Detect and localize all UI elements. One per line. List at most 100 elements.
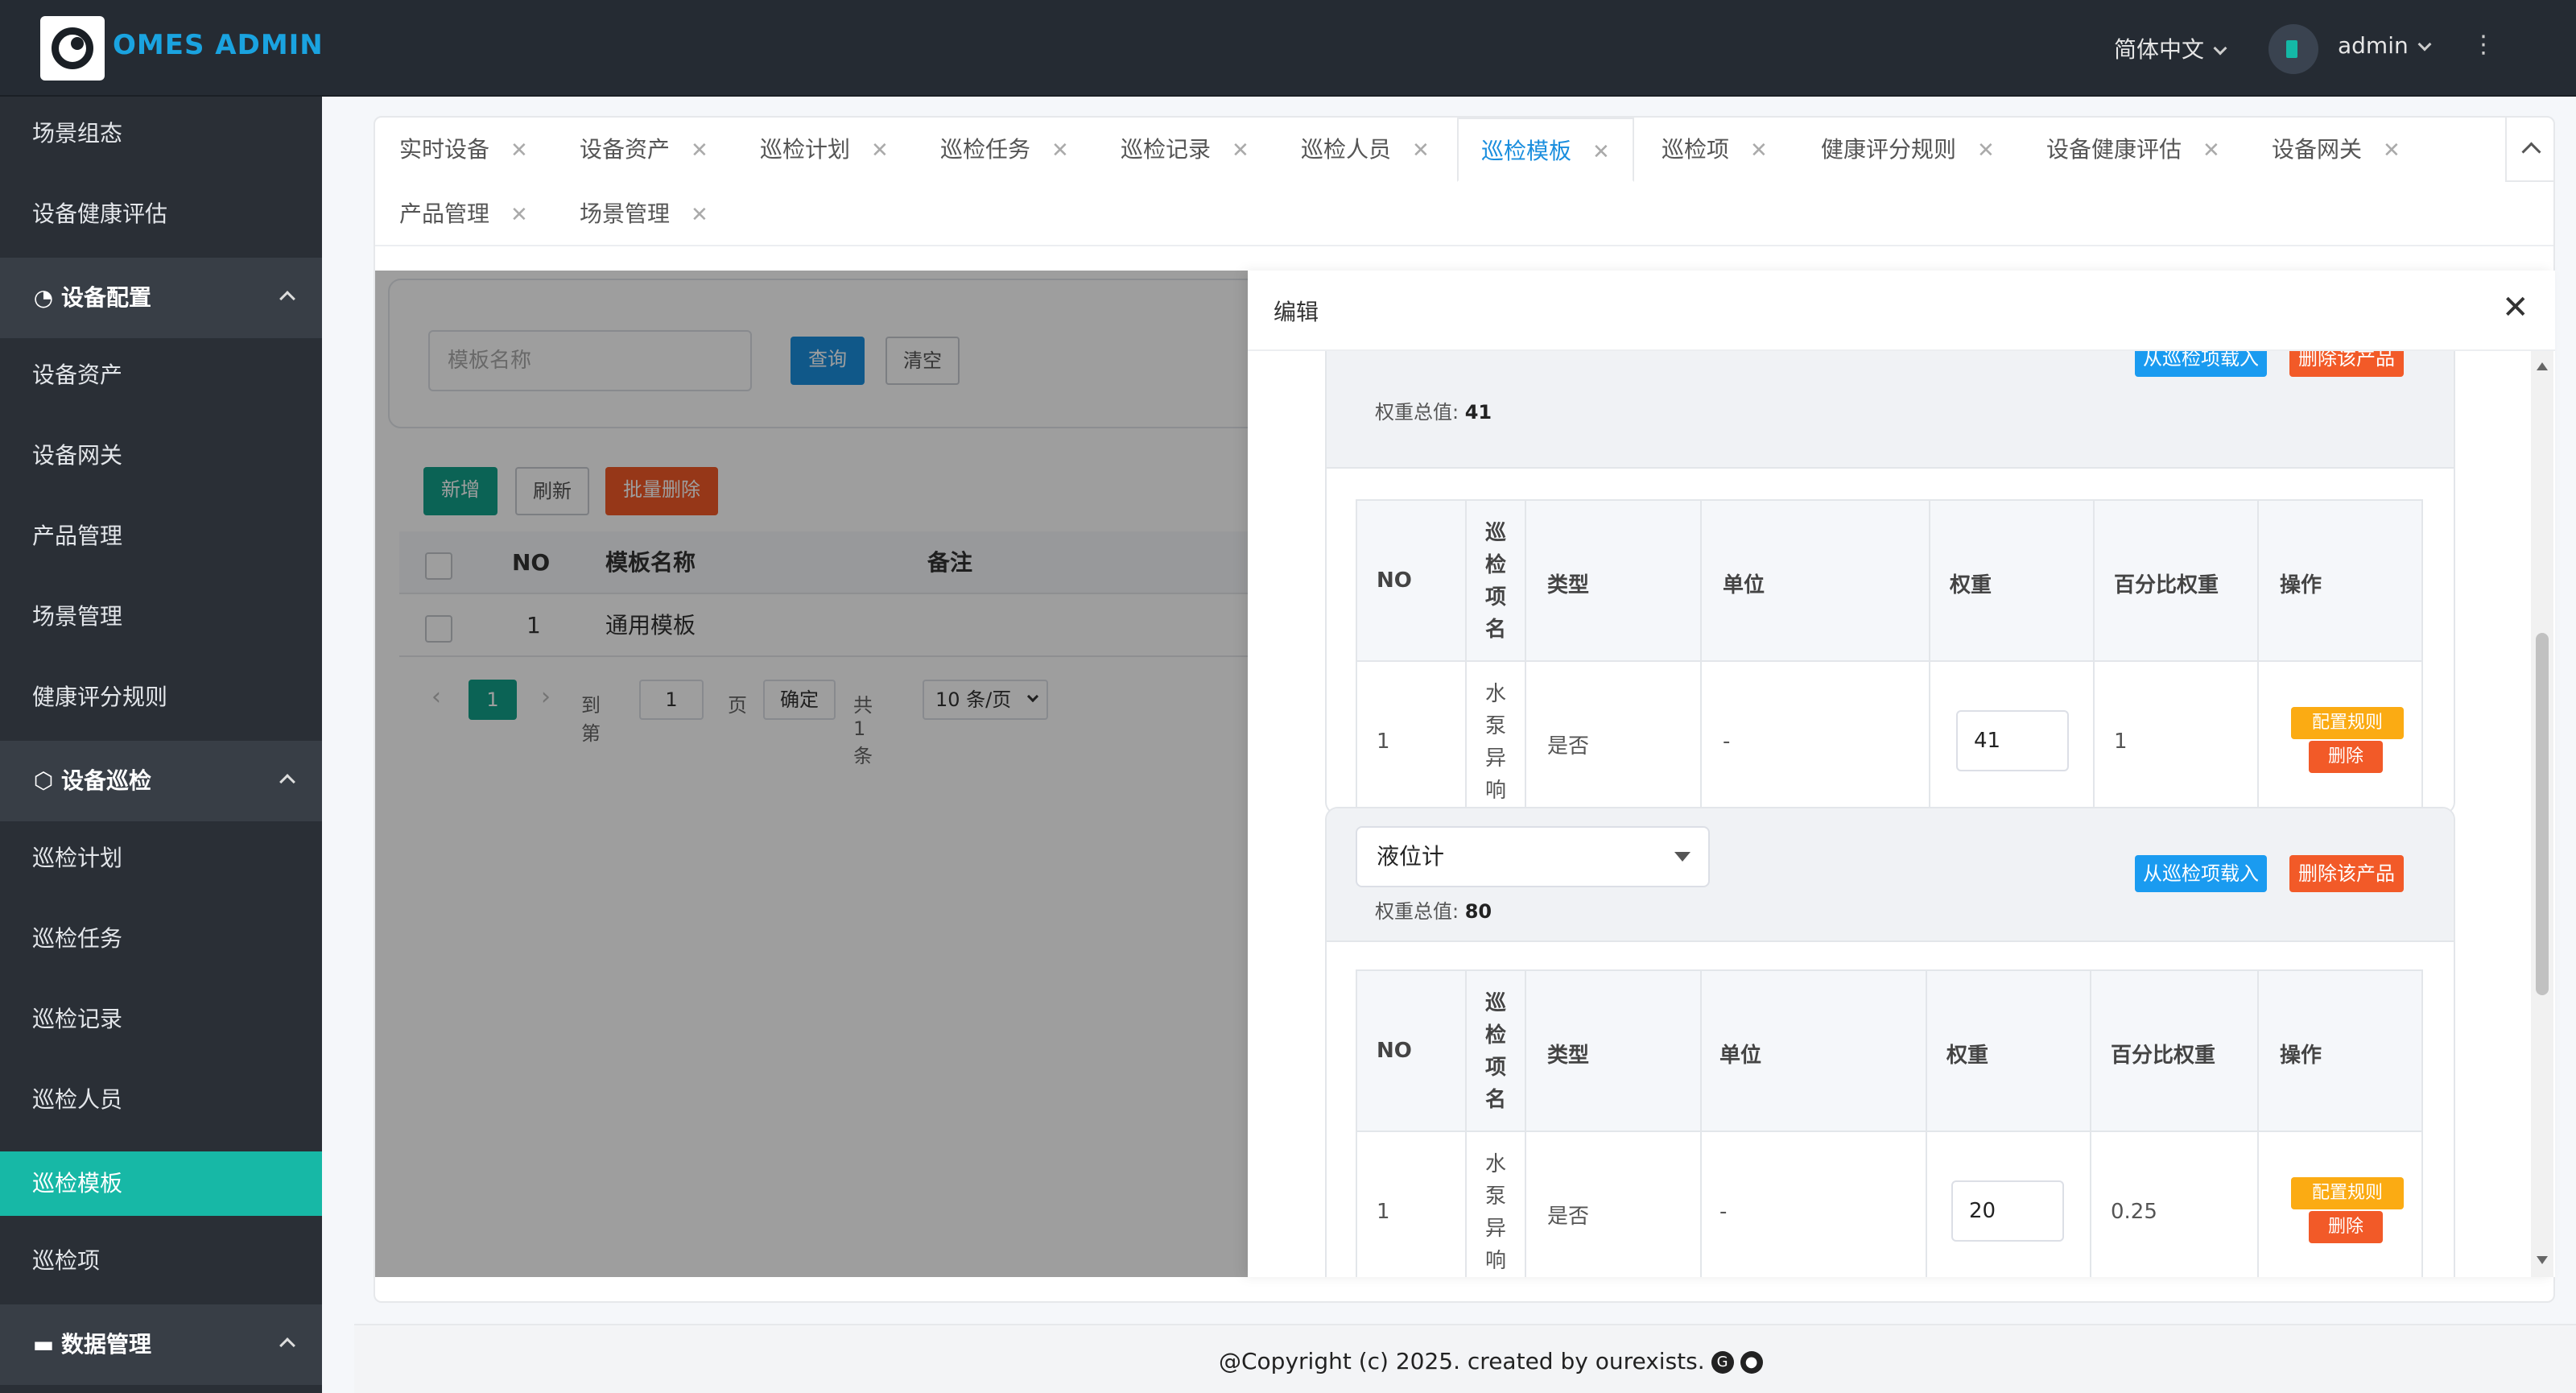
row-percent-weight: 1: [2114, 730, 2128, 754]
config-rule-button[interactable]: 配置规则: [2291, 1177, 2404, 1209]
config-rule-button[interactable]: 配置规则: [2291, 707, 2404, 739]
column-header: 权重: [1950, 573, 1992, 597]
tab-inspection-item[interactable]: 巡检项 ✕: [1662, 118, 1768, 182]
column-header: 百分比权重: [2114, 573, 2219, 597]
footer-copyright: @Copyright (c) 2025. created by ourexist…: [1219, 1348, 1763, 1374]
column-header: 巡检项名: [1484, 991, 1506, 1112]
tab-device-assets[interactable]: 设备资产 ✕: [580, 118, 708, 182]
tab-health-rules[interactable]: 健康评分规则 ✕: [1821, 118, 1995, 182]
close-icon[interactable]: ✕: [510, 203, 528, 227]
delete-row-button[interactable]: 删除: [2309, 741, 2383, 773]
copyright-text: @Copyright (c) 2025. created by ourexist…: [1219, 1348, 1705, 1374]
sidebar-item-inspection-task[interactable]: 巡检任务: [0, 907, 322, 971]
sidebar-item-inspection-template[interactable]: 巡检模板: [0, 1151, 322, 1216]
sidebar-item-health-eval[interactable]: 设备健康评估: [0, 182, 322, 246]
tab-realtime-device[interactable]: 实时设备 ✕: [399, 118, 528, 182]
weight-label: 权重总值:: [1375, 900, 1459, 923]
tab-bar: 实时设备 ✕ 设备资产 ✕ 巡检计划 ✕ 巡检任务 ✕ 巡检记录 ✕ 巡检人员 ✕ 巡检模板…: [375, 118, 2508, 246]
scroll-up-icon[interactable]: [2537, 362, 2548, 370]
sidebar-item-inspectors[interactable]: 巡检人员: [0, 1068, 322, 1132]
sidebar-group-label: 数据管理: [61, 1331, 152, 1358]
sidebar-item-device-assets[interactable]: 设备资产: [0, 343, 322, 407]
sidebar-item-health-rules[interactable]: 健康评分规则: [0, 665, 322, 730]
sidebar-item-inspection-record[interactable]: 巡检记录: [0, 987, 322, 1052]
column: [1357, 501, 1467, 821]
tab-inspection-record[interactable]: 巡检记录 ✕: [1121, 118, 1249, 182]
tab-label: 设备资产: [580, 136, 671, 163]
column-header: 类型: [1547, 1044, 1590, 1068]
weight-input[interactable]: 20: [1951, 1180, 2064, 1242]
gitee-icon[interactable]: G: [1711, 1351, 1734, 1374]
column: [2095, 501, 2259, 821]
weight-total: 权重总值: 41: [1375, 396, 1492, 424]
row-type: 是否: [1547, 734, 1590, 759]
tab-gateway[interactable]: 设备网关 ✕: [2272, 118, 2401, 182]
drawer-scrollbar[interactable]: [2531, 351, 2553, 1277]
drawer-title: 编辑: [1274, 299, 1319, 325]
tab-inspection-task[interactable]: 巡检任务 ✕: [940, 118, 1069, 182]
more-icon[interactable]: ⋮: [2471, 31, 2496, 59]
avatar[interactable]: [2268, 24, 2318, 74]
sidebar: 场景组态 设备健康评估 ◔ 设备配置 设备资产 设备网关 产品管理 场景管理 健康…: [0, 97, 322, 1393]
sidebar-item-gateway[interactable]: 设备网关: [0, 424, 322, 488]
sidebar-item-inspection-item[interactable]: 巡检项: [0, 1229, 322, 1293]
modal-overlay[interactable]: [375, 271, 1248, 1277]
product-select[interactable]: 液位计: [1356, 826, 1710, 887]
github-icon[interactable]: ●: [1740, 1351, 1763, 1374]
close-icon[interactable]: ✕: [2502, 291, 2529, 324]
column: [1526, 971, 1702, 1277]
sidebar-item-inspection-plan[interactable]: 巡检计划: [0, 826, 322, 891]
delete-product-button[interactable]: 删除该产品: [2289, 855, 2404, 892]
sidebar-group-inspection[interactable]: ⬡ 设备巡检: [0, 741, 322, 821]
close-icon[interactable]: ✕: [871, 138, 889, 163]
weight-input[interactable]: 41: [1956, 710, 2069, 771]
weight-label: 权重总值:: [1375, 401, 1459, 424]
close-icon[interactable]: ✕: [2383, 138, 2401, 163]
divider: [375, 245, 2553, 246]
row-percent-weight: 0.25: [2111, 1200, 2157, 1224]
weight-value: 41: [1464, 401, 1492, 424]
close-icon[interactable]: ✕: [2202, 138, 2220, 163]
column-header: 权重: [1946, 1044, 1989, 1068]
product-card: 液位计 从巡检项载入 删除该产品 权重总值: 80 NO 巡检项名 类型 单位 …: [1325, 807, 2455, 1277]
tab-products[interactable]: 产品管理 ✕: [399, 182, 528, 246]
collapse-tabs-button[interactable]: [2505, 118, 2555, 182]
close-icon[interactable]: ✕: [691, 203, 708, 227]
scrollbar-thumb[interactable]: [2536, 633, 2549, 995]
tab-health-eval[interactable]: 设备健康评估 ✕: [2046, 118, 2220, 182]
load-from-items-button[interactable]: 从巡检项载入: [2135, 855, 2267, 892]
tab-scenes[interactable]: 场景管理 ✕: [580, 182, 708, 246]
sidebar-group-device-config[interactable]: ◔ 设备配置: [0, 258, 322, 338]
chevron-up-icon: [279, 291, 295, 307]
tab-label: 巡检计划: [760, 136, 851, 163]
tab-label: 巡检记录: [1121, 136, 1212, 163]
delete-row-button[interactable]: 删除: [2309, 1211, 2383, 1243]
close-icon[interactable]: ✕: [1977, 138, 1995, 163]
delete-product-button[interactable]: 删除该产品: [2289, 351, 2404, 377]
tab-inspectors[interactable]: 巡检人员 ✕: [1301, 118, 1430, 182]
language-selector[interactable]: 简体中文: [2114, 32, 2227, 64]
sidebar-item-products[interactable]: 产品管理: [0, 504, 322, 568]
product-select-value: 液位计: [1377, 843, 1445, 870]
inspection-items-table: NO 巡检项名 类型 单位 权重 百分比权重 操作 1 水泵异响 是否 - 41…: [1356, 499, 2423, 823]
tab-label: 设备健康评估: [2046, 136, 2182, 163]
close-icon[interactable]: ✕: [1750, 138, 1768, 163]
close-icon[interactable]: ✕: [691, 138, 708, 163]
sidebar-group-data[interactable]: ▬ 数据管理: [0, 1304, 322, 1385]
user-menu[interactable]: admin: [2338, 32, 2432, 59]
tab-inspection-plan[interactable]: 巡检计划 ✕: [760, 118, 889, 182]
product-card-header: 从巡检项载入 删除该产品 权重总值: 41: [1327, 351, 2454, 469]
scroll-down-icon[interactable]: [2537, 1256, 2548, 1264]
close-icon[interactable]: ✕: [1592, 140, 1610, 164]
sidebar-group-label: 设备配置: [61, 284, 152, 311]
load-from-items-button[interactable]: 从巡检项载入: [2135, 351, 2267, 377]
close-icon[interactable]: ✕: [510, 138, 528, 163]
weight-total: 权重总值: 80: [1375, 895, 1492, 924]
close-icon[interactable]: ✕: [1232, 138, 1249, 163]
footer: @Copyright (c) 2025. created by ourexist…: [354, 1324, 2576, 1393]
sidebar-item-scene-config[interactable]: 场景组态: [0, 101, 322, 166]
sidebar-item-scenes[interactable]: 场景管理: [0, 585, 322, 649]
close-icon[interactable]: ✕: [1051, 138, 1069, 163]
tab-inspection-template[interactable]: 巡检模板 ✕: [1457, 118, 1634, 182]
close-icon[interactable]: ✕: [1412, 138, 1430, 163]
